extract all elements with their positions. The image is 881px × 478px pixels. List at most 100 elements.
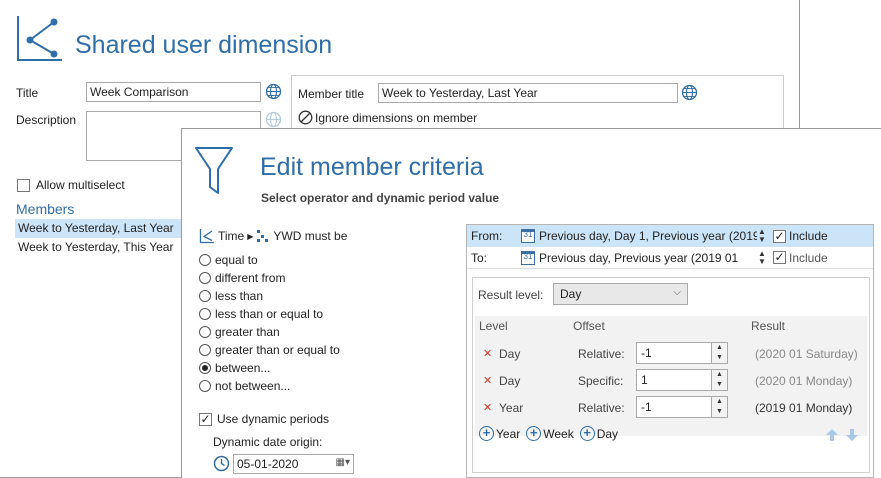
globe-icon xyxy=(265,111,282,128)
offset-stepper[interactable]: -1 ▲ ▼ xyxy=(636,342,728,364)
operator-option[interactable]: greater than or equal to xyxy=(199,341,340,359)
remove-icon[interactable]: ✕ xyxy=(483,347,492,360)
crumb-time[interactable]: Time xyxy=(218,229,244,243)
list-item[interactable]: Week to Yesterday, Last Year xyxy=(15,219,185,238)
table-row: ✕ Day Relative: -1 ▲ ▼ (2020 01 Saturday) xyxy=(479,342,867,368)
offset-value: -1 xyxy=(641,400,652,414)
radio-button[interactable] xyxy=(199,254,211,266)
calendar-icon: 31 xyxy=(521,250,535,265)
ignore-dimensions-toggle[interactable]: Ignore dimensions on member xyxy=(298,110,477,125)
globe-icon[interactable] xyxy=(265,83,282,100)
stepper-arrows[interactable]: ▲ ▼ xyxy=(711,343,727,363)
operator-option[interactable]: different from xyxy=(199,269,340,287)
calendar-dropdown-icon[interactable]: ▦▾ xyxy=(336,457,350,468)
add-year-button[interactable]: + Year xyxy=(479,426,520,441)
add-week-label: Week xyxy=(543,426,574,441)
radio-button[interactable] xyxy=(199,308,211,320)
add-icon: + xyxy=(479,426,494,441)
arrow-up-icon[interactable] xyxy=(825,428,839,442)
arrow-down-icon[interactable] xyxy=(845,428,859,442)
stepper-arrows[interactable]: ▲ ▼ xyxy=(711,370,727,390)
to-include-checkbox[interactable] xyxy=(773,251,786,264)
col-level: Level xyxy=(479,319,508,333)
period-editor: Result level: Day ⌵ Level Offset Result … xyxy=(472,277,870,473)
from-row[interactable]: From: 31 Previous day, Day 1, Previous y… xyxy=(467,225,873,247)
add-icon: + xyxy=(526,426,542,441)
radio-button[interactable] xyxy=(199,362,211,374)
col-offset: Offset xyxy=(573,319,605,333)
checkbox-box xyxy=(199,412,212,426)
operator-label: greater than xyxy=(215,325,280,339)
offset-stepper[interactable]: -1 ▲ ▼ xyxy=(636,396,728,418)
operator-label: greater than or equal to xyxy=(215,343,340,357)
operator-label: equal to xyxy=(215,253,258,267)
add-day-label: Day xyxy=(596,426,619,441)
page-title: Shared user dimension xyxy=(75,31,333,59)
chevron-right-icon: ▶ xyxy=(247,231,254,241)
from-value: Previous day, Day 1, Previous year (2019 xyxy=(539,229,757,243)
radio-button[interactable] xyxy=(199,272,211,284)
list-item[interactable]: Week to Yesterday, This Year xyxy=(15,238,185,257)
edit-subtitle: Select operator and dynamic period value xyxy=(261,191,500,205)
radio-button[interactable] xyxy=(199,344,211,356)
sort-arrows-icon[interactable]: ▲ ▼ xyxy=(757,249,767,267)
add-icon: + xyxy=(579,426,595,441)
result-level-select[interactable]: Day ⌵ xyxy=(553,283,688,305)
from-include-checkbox[interactable] xyxy=(773,229,786,243)
dimension-icon xyxy=(199,228,215,244)
members-heading: Members xyxy=(16,201,75,217)
allow-multiselect-checkbox[interactable]: Allow multiselect xyxy=(17,178,125,192)
offset-value: 1 xyxy=(641,373,648,387)
checkbox-box xyxy=(17,178,30,192)
add-day-button[interactable]: + Day xyxy=(579,426,619,441)
sort-arrows-icon[interactable]: ▲ ▼ xyxy=(757,227,767,245)
member-title-label: Member title xyxy=(298,87,365,101)
from-label: From: xyxy=(471,229,503,243)
to-include-label: Include xyxy=(789,250,828,265)
row-result: (2020 01 Saturday) xyxy=(755,347,858,361)
globe-icon[interactable] xyxy=(681,84,698,101)
offset-value: -1 xyxy=(641,346,652,360)
col-result: Result xyxy=(751,319,786,333)
row-level: Year xyxy=(499,401,524,415)
dimension-icon xyxy=(14,14,64,64)
members-list: Week to Yesterday, Last Year Week to Yes… xyxy=(15,219,185,257)
table-row: ✕ Year Relative: -1 ▲ ▼ (2019 01 Monday) xyxy=(479,396,867,422)
to-value: Previous day, Previous year (2019 01 xyxy=(539,250,739,265)
stepper-arrows[interactable]: ▲ ▼ xyxy=(711,397,727,417)
allow-multiselect-label: Allow multiselect xyxy=(36,178,125,192)
date-origin-input[interactable]: 05-01-2020 ▦▾ xyxy=(233,454,354,474)
operator-option[interactable]: between... xyxy=(199,359,340,377)
clock-icon xyxy=(213,455,230,472)
edit-title: Edit member criteria xyxy=(260,153,484,181)
row-mode: Relative: xyxy=(578,401,625,415)
table-row: ✕ Day Specific: 1 ▲ ▼ (2020 01 Monday) xyxy=(479,369,867,395)
offset-stepper[interactable]: 1 ▲ ▼ xyxy=(636,369,728,391)
remove-icon[interactable]: ✕ xyxy=(483,401,492,414)
crumb-ywd: YWD must be xyxy=(273,229,348,243)
hierarchy-icon xyxy=(256,229,270,243)
row-mode: Specific: xyxy=(578,374,624,388)
to-label: To: xyxy=(471,250,488,265)
period-range-panel: From: 31 Previous day, Day 1, Previous y… xyxy=(466,224,874,478)
filter-icon xyxy=(194,145,234,197)
prohibit-icon xyxy=(298,110,313,125)
operator-label: less than xyxy=(215,289,264,303)
radio-button[interactable] xyxy=(199,290,211,302)
radio-button[interactable] xyxy=(199,380,211,392)
operator-option[interactable]: greater than xyxy=(199,323,340,341)
operator-option[interactable]: less than xyxy=(199,287,340,305)
remove-icon[interactable]: ✕ xyxy=(483,374,492,387)
operator-option[interactable]: equal to xyxy=(199,251,340,269)
title-label: Title xyxy=(16,86,39,100)
reorder-buttons xyxy=(825,428,859,442)
to-row[interactable]: To: 31 Previous day, Previous year (2019… xyxy=(467,247,873,269)
radio-button[interactable] xyxy=(199,326,211,338)
use-dynamic-periods-checkbox[interactable]: Use dynamic periods xyxy=(199,412,329,426)
member-title-input[interactable]: Week to Yesterday, Last Year xyxy=(378,83,678,103)
operator-option[interactable]: not between... xyxy=(199,377,340,395)
add-week-button[interactable]: + Week xyxy=(526,426,574,441)
operator-option[interactable]: less than or equal to xyxy=(199,305,340,323)
title-input[interactable]: Week Comparison xyxy=(86,82,261,102)
dynamic-date-origin-label: Dynamic date origin: xyxy=(213,435,323,449)
